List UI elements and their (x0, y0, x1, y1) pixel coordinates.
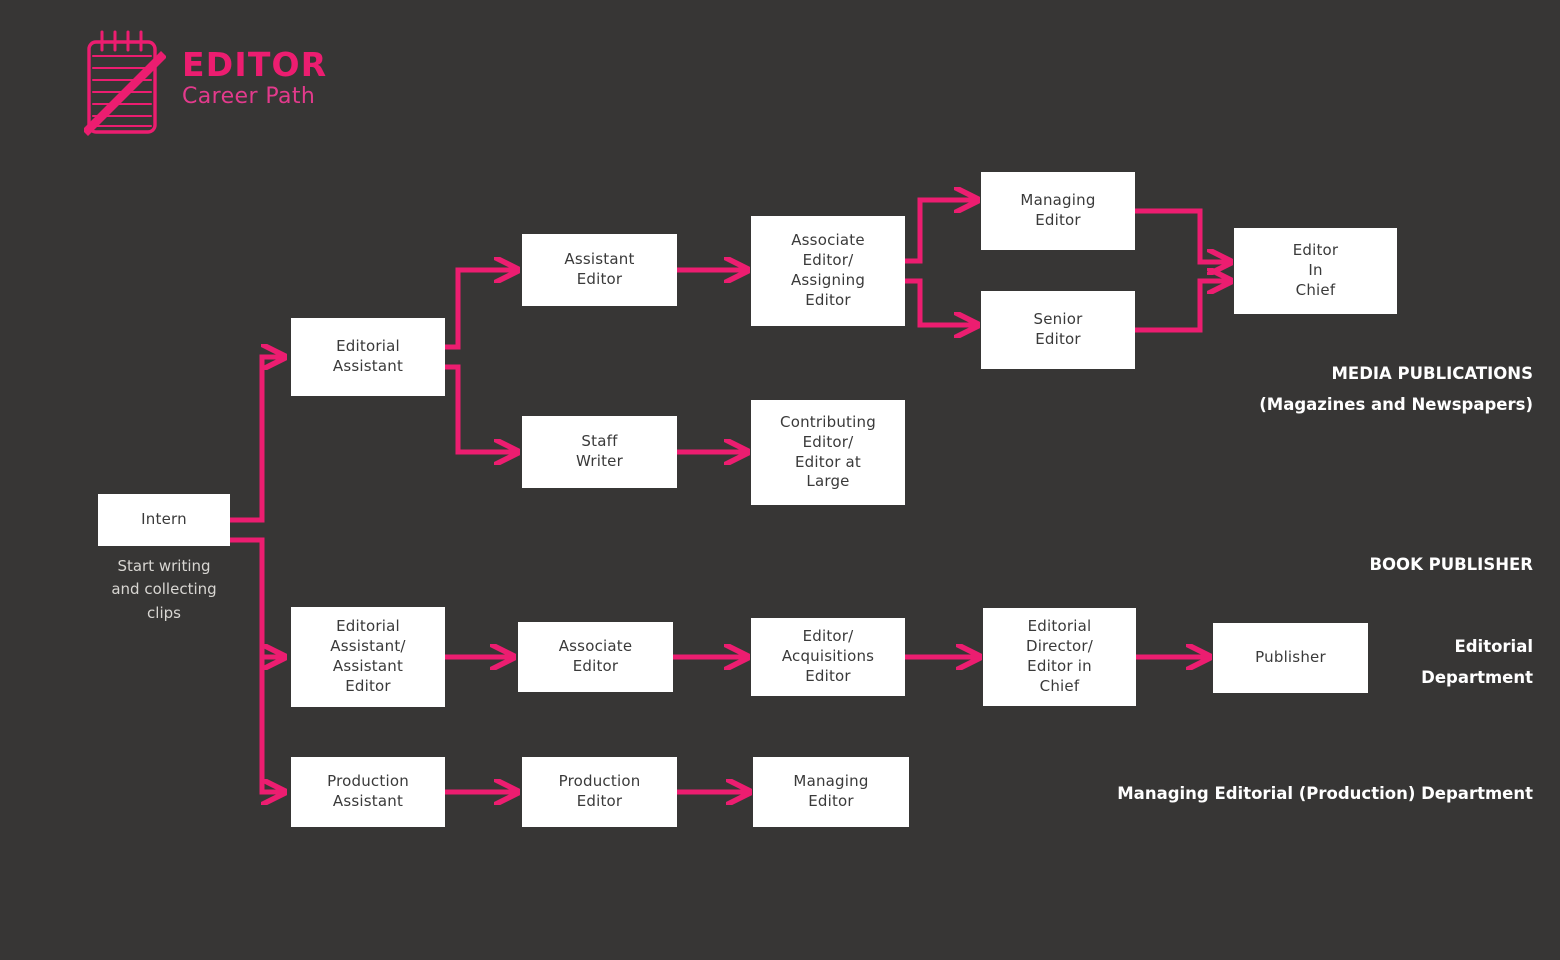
node-assistant-editor[interactable]: Assistant Editor (522, 234, 677, 306)
logo: EDITOR Career Path (84, 28, 414, 143)
node-intern[interactable]: Intern (98, 494, 230, 546)
node-production-editor[interactable]: Production Editor (522, 757, 677, 827)
notepad-with-pencil-icon (84, 30, 166, 136)
node-managing-editor-media[interactable]: Managing Editor (981, 172, 1135, 250)
node-editor-acquisitions-editor[interactable]: Editor/ Acquisitions Editor (751, 618, 905, 696)
node-contributing-editor[interactable]: Contributing Editor/ Editor at Large (751, 400, 905, 505)
career-path-diagram: EDITOR Career Path Intern Start writing … (0, 0, 1560, 960)
node-production-assistant[interactable]: Production Assistant (291, 757, 445, 827)
node-managing-editor-production[interactable]: Managing Editor (753, 757, 909, 827)
node-staff-writer[interactable]: Staff Writer (522, 416, 677, 488)
node-editorial-assistant[interactable]: Editorial Assistant (291, 318, 445, 396)
logo-subtitle: Career Path (182, 83, 316, 109)
label-book-publisher: BOOK PUBLISHER (1369, 555, 1533, 574)
node-editor-in-chief[interactable]: Editor In Chief (1234, 228, 1397, 314)
node-associate-editor-book[interactable]: Associate Editor (518, 622, 673, 692)
intern-note: Start writing and collecting clips (111, 557, 217, 622)
label-managing-editorial-department: Managing Editorial (Production) Departme… (1117, 784, 1533, 803)
logo-title: EDITOR (182, 45, 328, 84)
node-editorial-assistant-assistant-editor[interactable]: Editorial Assistant/ Assistant Editor (291, 607, 445, 707)
label-media-publications: MEDIA PUBLICATIONS (Magazines and Newspa… (1259, 364, 1533, 415)
node-associate-assigning-editor[interactable]: Associate Editor/ Assigning Editor (751, 216, 905, 326)
label-editorial-department: Editorial Department (1421, 637, 1533, 688)
